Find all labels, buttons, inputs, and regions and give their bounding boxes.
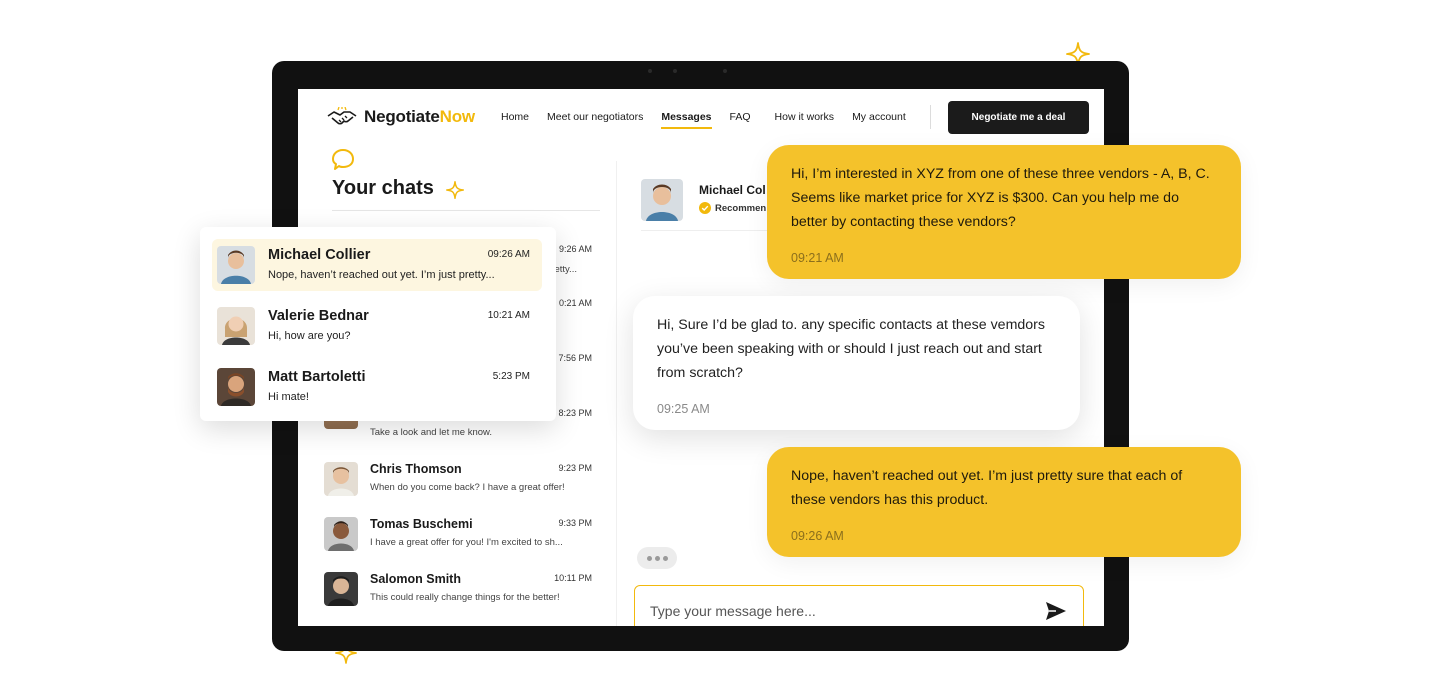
camera-dot	[648, 69, 652, 73]
chat-list-item[interactable]: Salomon Smith 10:11 PM This could really…	[322, 568, 592, 618]
chats-divider	[332, 210, 600, 211]
message-bubble-incoming: Hi, Sure I’d be glad to. any specific co…	[633, 296, 1080, 430]
chat-preview: When do you come back? I have a great of…	[370, 482, 565, 493]
avatar	[217, 368, 255, 406]
avatar	[217, 246, 255, 284]
chat-name: Tomas Buschemi	[370, 517, 473, 531]
chat-preview: Take a look and let me know.	[370, 427, 492, 438]
chat-preview: Hi mate!	[268, 391, 309, 403]
message-time: 09:26 AM	[791, 529, 844, 543]
chat-name: Chris Thomson	[370, 462, 462, 476]
chat-list-item-valerie[interactable]: Valerie Bednar 10:21 AM Hi, how are you?	[212, 300, 542, 352]
message-text: Hi, Sure I’d be glad to. any specific co…	[657, 317, 1045, 381]
avatar	[217, 307, 255, 345]
contact-avatar	[641, 179, 683, 221]
chat-time: 7:56 PM	[558, 353, 592, 363]
recommended-badge: Recommen	[699, 202, 766, 214]
send-icon[interactable]	[1045, 601, 1067, 621]
nav-messages[interactable]: Messages	[661, 111, 712, 129]
chat-time: 9:33 PM	[558, 518, 592, 528]
chat-time: 10:21 AM	[487, 310, 530, 321]
chat-time: 9:23 PM	[558, 463, 592, 473]
message-bubble-outgoing: Nope, haven’t reached out yet. I’m just …	[767, 447, 1241, 557]
handshake-icon	[327, 107, 357, 125]
chat-preview: This could really change things for the …	[370, 592, 560, 603]
message-input[interactable]	[650, 598, 1030, 624]
chat-name: Valerie Bednar	[268, 308, 369, 324]
avatar	[324, 572, 358, 606]
nav-divider	[930, 105, 931, 129]
avatar	[324, 517, 358, 551]
negotiate-deal-button[interactable]: Negotiate me a deal	[948, 101, 1089, 134]
check-badge-icon	[699, 202, 711, 214]
message-text: Nope, haven’t reached out yet. I’m just …	[791, 468, 1183, 508]
chat-time: 09:26 AM	[487, 249, 530, 260]
contact-name: Michael Col	[699, 183, 766, 197]
nav-home[interactable]: Home	[501, 111, 529, 129]
typing-indicator	[637, 547, 677, 569]
avatar	[324, 462, 358, 496]
message-composer	[634, 585, 1084, 626]
chat-list-item[interactable]: Tomas Buschemi 9:33 PM I have a great of…	[322, 513, 592, 563]
nav-meet-negotiators[interactable]: Meet our negotiators	[547, 111, 643, 129]
chat-preview: Nope, haven’t reached out yet. I’m just …	[268, 269, 495, 281]
chat-name: Salomon Smith	[370, 572, 461, 586]
chat-time: 9:26 AM	[558, 244, 592, 254]
featured-chat-list: Michael Collier 09:26 AM Nope, haven’t r…	[200, 227, 556, 421]
chat-list-item[interactable]: Chris Thomson 9:23 PM When do you come b…	[322, 458, 592, 508]
chat-list-item-michael[interactable]: Michael Collier 09:26 AM Nope, haven’t r…	[212, 239, 542, 291]
nav-how-it-works[interactable]: How it works	[775, 111, 835, 129]
camera-dot	[673, 69, 677, 73]
chat-preview: I have a great offer for you! I'm excite…	[370, 537, 563, 548]
nav-my-account[interactable]: My account	[852, 111, 906, 129]
chat-time: 10:11 PM	[554, 573, 592, 583]
message-time: 09:21 AM	[791, 251, 844, 265]
chat-time: 8:23 PM	[558, 408, 592, 418]
message-time: 09:25 AM	[657, 402, 710, 416]
chat-icon	[332, 149, 354, 170]
brand-name: NegotiateNow	[364, 107, 475, 126]
camera-dot	[723, 69, 727, 73]
chat-time: 5:23 PM	[492, 371, 530, 382]
chat-preview: Hi, how are you?	[268, 330, 351, 342]
message-text: Hi, I’m interested in XYZ from one of th…	[791, 166, 1210, 230]
main-nav: Home Meet our negotiators Messages FAQ H…	[501, 111, 906, 129]
message-bubble-outgoing: Hi, I’m interested in XYZ from one of th…	[767, 145, 1241, 279]
badge-label: Recommen	[715, 202, 767, 214]
chat-time: 0:21 AM	[558, 298, 592, 308]
nav-faq[interactable]: FAQ	[730, 111, 751, 129]
sparkle-icon	[446, 181, 464, 199]
chat-name: Matt Bartoletti	[268, 369, 366, 385]
brand-logo[interactable]: NegotiateNow	[326, 107, 475, 127]
chats-title: Your chats	[332, 177, 434, 199]
chat-list-item-matt[interactable]: Matt Bartoletti 5:23 PM Hi mate!	[212, 361, 542, 413]
chat-name: Michael Collier	[268, 247, 371, 263]
